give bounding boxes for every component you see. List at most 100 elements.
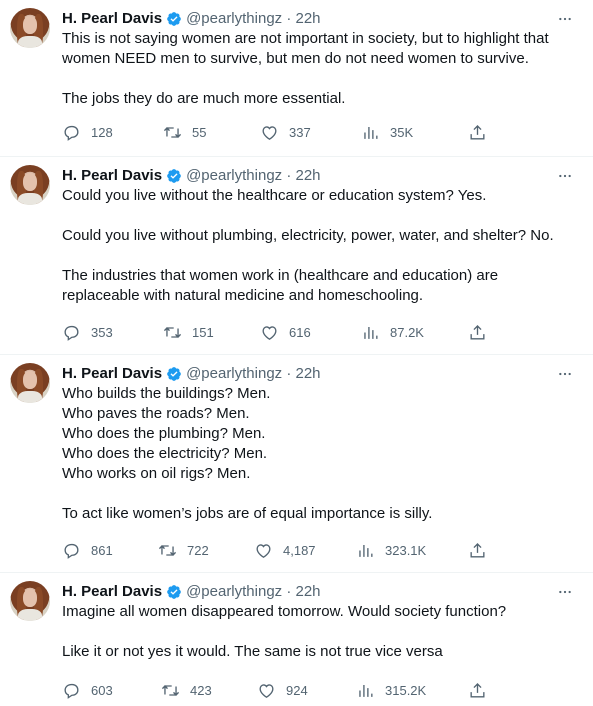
views-chart-icon	[364, 326, 378, 339]
paragraph-break	[62, 206, 577, 226]
views-count: 35K	[390, 124, 414, 140]
views-button[interactable]: 35K	[361, 122, 413, 142]
tweet-actions: 128 55 337 35K	[0, 122, 593, 142]
heart-icon	[256, 543, 271, 558]
verified-badge-icon	[167, 585, 181, 599]
reply-icon	[64, 683, 79, 699]
reply-button[interactable]: 603	[62, 680, 113, 700]
more-options-icon[interactable]	[555, 364, 575, 384]
tweet-text-line: Who works on oil rigs? Men.	[62, 465, 251, 482]
author-name[interactable]: H. Pearl Davis	[62, 9, 162, 29]
retweet-button[interactable]: 151	[163, 322, 214, 342]
share-button[interactable]	[468, 122, 487, 142]
tweet-text-line: Who paves the roads? Men.	[62, 405, 250, 422]
reply-icon	[64, 125, 79, 141]
tweet-text-line: This is not saying women are not importa…	[62, 30, 549, 47]
author-handle-time[interactable]: @pearlythingz · 22h	[186, 9, 320, 29]
reply-button[interactable]: 353	[62, 322, 113, 342]
tweet[interactable]: H. Pearl Davis @pearlythingz · 22h Who b…	[0, 355, 593, 573]
heart-icon	[259, 683, 274, 698]
avatar[interactable]	[10, 8, 50, 48]
retweet-count: 151	[192, 324, 214, 340]
tweet-text: Imagine all women disappeared tomorrow. …	[62, 602, 577, 662]
tweet[interactable]: H. Pearl Davis @pearlythingz · 22h Imagi…	[0, 573, 593, 706]
author-handle-time[interactable]: @pearlythingz · 22h	[186, 582, 320, 602]
author-handle-time[interactable]: @pearlythingz · 22h	[186, 166, 320, 186]
tweet-text-line: Who does the plumbing? Men.	[62, 425, 266, 442]
tweet-header: H. Pearl Davis @pearlythingz · 22h	[62, 9, 581, 29]
heart-icon	[262, 125, 277, 140]
heart-icon	[262, 325, 277, 340]
retweet-count: 55	[192, 124, 207, 140]
share-icon	[470, 542, 485, 558]
tweet-text-line: To act like women’s jobs are of equal im…	[62, 505, 433, 522]
author-name[interactable]: H. Pearl Davis	[62, 166, 162, 186]
author-name[interactable]: H. Pearl Davis	[62, 364, 162, 384]
reply-button[interactable]: 128	[62, 122, 113, 142]
like-count: 924	[286, 682, 308, 698]
tweet-text-line: replaceable with natural medicine and ho…	[62, 287, 424, 304]
avatar[interactable]	[10, 581, 50, 621]
more-options-icon[interactable]	[555, 9, 575, 29]
paragraph-break	[62, 69, 577, 89]
like-button[interactable]: 337	[260, 122, 311, 142]
retweet-count: 423	[190, 682, 212, 698]
retweet-count: 722	[187, 542, 209, 558]
tweet-text: Could you live without the healthcare or…	[62, 186, 577, 306]
paragraph-break	[62, 484, 577, 504]
tweet-actions: 603 423 924 315.2K	[0, 680, 593, 700]
tweet-text-line: Who builds the buildings? Men.	[62, 385, 271, 402]
like-count: 616	[289, 324, 311, 340]
share-icon	[470, 682, 485, 698]
reply-icon	[64, 325, 79, 341]
share-icon	[470, 324, 485, 340]
views-count: 87.2K	[390, 324, 424, 340]
tweet-text: This is not saying women are not importa…	[62, 29, 577, 109]
reply-button[interactable]: 861	[62, 540, 113, 560]
avatar[interactable]	[10, 363, 50, 403]
like-count: 4,187	[283, 542, 316, 558]
retweet-button[interactable]: 55	[163, 122, 206, 142]
avatar[interactable]	[10, 165, 50, 205]
more-options-icon[interactable]	[555, 166, 575, 186]
views-count: 315.2K	[385, 682, 427, 698]
like-button[interactable]: 616	[260, 322, 311, 342]
retweet-button[interactable]: 722	[158, 540, 209, 560]
tweet-actions: 861 722 4,187 323.1K	[0, 540, 593, 560]
like-button[interactable]: 924	[257, 680, 308, 700]
reply-icon	[64, 543, 79, 559]
tweet-text-line: Imagine all women disappeared tomorrow. …	[62, 603, 507, 620]
share-button[interactable]	[468, 322, 487, 342]
share-button[interactable]	[468, 540, 487, 560]
share-button[interactable]	[468, 680, 487, 700]
reply-count: 603	[91, 682, 113, 698]
tweet-text-line: The industries that women work in (healt…	[62, 267, 499, 284]
tweet[interactable]: H. Pearl Davis @pearlythingz · 22h This …	[0, 0, 593, 157]
more-options-icon[interactable]	[555, 582, 575, 602]
tweet-header: H. Pearl Davis @pearlythingz · 22h	[62, 582, 581, 602]
like-count: 337	[289, 124, 311, 140]
views-button[interactable]: 315.2K	[356, 680, 426, 700]
views-button[interactable]: 87.2K	[361, 322, 424, 342]
tweet-actions: 353 151 616 87.2K	[0, 322, 593, 342]
retweet-icon	[163, 126, 182, 138]
reply-count: 353	[91, 324, 113, 340]
share-icon	[470, 124, 485, 140]
author-name[interactable]: H. Pearl Davis	[62, 582, 162, 602]
author-handle-time[interactable]: @pearlythingz · 22h	[186, 364, 320, 384]
tweet-text-line: Like it or not yes it would. The same is…	[62, 643, 443, 660]
verified-badge-icon	[167, 12, 181, 26]
reply-count: 861	[91, 542, 113, 558]
verified-badge-icon	[167, 367, 181, 381]
views-chart-icon	[359, 684, 373, 697]
verified-badge-icon	[167, 169, 181, 183]
tweet-text-line: Could you live without the healthcare or…	[62, 187, 487, 204]
reply-count: 128	[91, 124, 113, 140]
tweet-text: Who builds the buildings? Men. Who paves…	[62, 384, 577, 524]
retweet-icon	[163, 326, 182, 338]
tweet[interactable]: H. Pearl Davis @pearlythingz · 22h Could…	[0, 157, 593, 355]
views-chart-icon	[364, 126, 378, 139]
views-button[interactable]: 323.1K	[356, 540, 426, 560]
retweet-button[interactable]: 423	[161, 680, 212, 700]
like-button[interactable]: 4,187	[254, 540, 316, 560]
